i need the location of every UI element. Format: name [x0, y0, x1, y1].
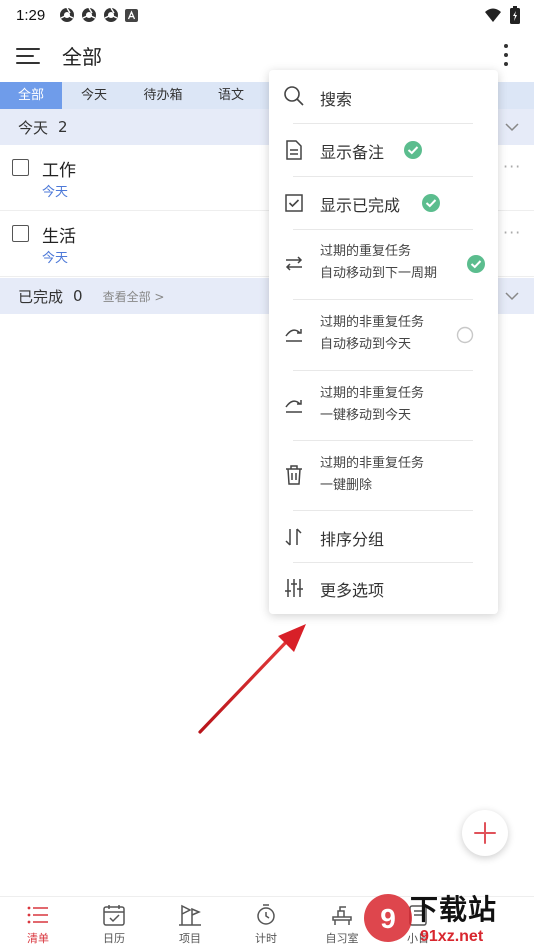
- chrome-icon: [60, 7, 75, 22]
- task-date: 今天: [42, 185, 69, 200]
- menu-item-sublabel: 自动移动到下一周期: [320, 266, 438, 281]
- move-forward-icon: [285, 329, 302, 342]
- nav-item-project[interactable]: 项目: [152, 897, 228, 950]
- menu-item-show-completed[interactable]: 显示已完成: [269, 177, 498, 229]
- status-time: 1:29: [16, 6, 46, 24]
- status-notification-icons: [59, 7, 139, 23]
- menu-item-label: 过期的非重复任务: [320, 456, 425, 471]
- check-circle-icon: [404, 141, 422, 159]
- sliders-icon: [285, 579, 303, 597]
- tab-inbox[interactable]: 待办箱: [126, 82, 200, 109]
- menu-item-overdue-nonrepeat-onekey[interactable]: 过期的非重复任务 一键移动到今天: [269, 371, 498, 441]
- menu-item-overdue-nonrepeat-auto[interactable]: 过期的非重复任务 自动移动到今天: [269, 300, 498, 370]
- trash-icon: [286, 465, 302, 485]
- menu-item-label: 过期的非重复任务: [320, 315, 425, 330]
- move-forward-icon: [285, 400, 302, 413]
- section-count: 0: [73, 287, 83, 305]
- menu-item-label: 过期的重复任务: [320, 244, 412, 259]
- study-room-icon: [332, 906, 352, 925]
- watermark-title: 下载站: [410, 893, 498, 926]
- menu-item-label: 更多选项: [320, 581, 385, 600]
- menu-item-show-notes[interactable]: 显示备注: [269, 124, 498, 176]
- view-all-link[interactable]: 查看全部 >: [103, 288, 165, 305]
- menu-item-label: 过期的非重复任务: [320, 386, 425, 401]
- nav-label: 日历: [103, 932, 125, 945]
- status-right-icons: [484, 6, 520, 24]
- task-checkbox[interactable]: [12, 225, 29, 242]
- nav-item-calendar[interactable]: 日历: [76, 897, 152, 950]
- timer-icon: [257, 904, 275, 925]
- nav-item-timer[interactable]: 计时: [228, 897, 304, 950]
- svg-text:9: 9: [380, 903, 396, 934]
- menu-item-label: 排序分组: [320, 530, 385, 549]
- status-bar: 1:29: [0, 0, 534, 30]
- tab-all[interactable]: 全部: [0, 82, 62, 109]
- tab-chinese[interactable]: 语文: [200, 82, 262, 109]
- check-circle-icon: [467, 255, 485, 273]
- project-icon: [179, 904, 201, 926]
- task-date: 今天: [42, 251, 69, 266]
- chrome-icon: [82, 7, 97, 22]
- annotation-arrow-icon: [198, 624, 306, 734]
- chevron-down-icon[interactable]: [504, 288, 520, 304]
- task-checkbox[interactable]: [12, 159, 29, 176]
- task-title: 生活: [42, 227, 76, 247]
- menu-item-overdue-repeat[interactable]: 过期的重复任务 自动移动到下一周期: [269, 230, 498, 299]
- section-title: 已完成: [18, 287, 64, 306]
- horizontal-dots-icon[interactable]: ···: [503, 223, 521, 242]
- menu-item-sublabel: 一键删除: [320, 478, 373, 493]
- search-icon: [284, 86, 304, 106]
- empty-radio-icon[interactable]: [456, 326, 474, 344]
- watermark-logo-icon: 9: [364, 894, 412, 942]
- chrome-icon: [104, 7, 119, 22]
- options-popup-menu: 搜索 显示备注 显示已完成 过期的重复任务 自动移动到下一周期 过期的非重复任务…: [269, 70, 498, 614]
- section-count: 2: [58, 118, 68, 136]
- site-watermark: 9 下载站 91xz.net: [362, 884, 534, 950]
- nav-item-list[interactable]: 清单: [0, 897, 76, 950]
- task-title: 工作: [42, 161, 76, 181]
- wifi-icon: [485, 8, 501, 22]
- check-circle-icon: [422, 194, 440, 212]
- tab-today[interactable]: 今天: [62, 82, 126, 109]
- menu-item-label: 搜索: [320, 90, 353, 109]
- menu-item-search[interactable]: 搜索: [269, 70, 498, 123]
- horizontal-dots-icon[interactable]: ···: [503, 157, 521, 176]
- add-task-button[interactable]: [462, 810, 508, 856]
- menu-item-more-options[interactable]: 更多选项: [269, 563, 498, 614]
- sort-icon: [285, 528, 302, 546]
- a-notification-icon: [125, 8, 139, 22]
- menu-item-label: 显示备注: [320, 143, 385, 162]
- list-icon: [27, 906, 48, 924]
- battery-icon: [510, 6, 520, 24]
- menu-item-sort-group[interactable]: 排序分组: [269, 511, 498, 563]
- hamburger-menu-icon[interactable]: [14, 42, 42, 70]
- menu-item-overdue-nonrepeat-delete[interactable]: 过期的非重复任务 一键删除: [269, 441, 498, 511]
- menu-item-sublabel: 一键移动到今天: [320, 408, 412, 423]
- calendar-icon: [103, 905, 125, 926]
- page-title: 全部: [62, 45, 102, 69]
- repeat-arrows-icon: [285, 256, 303, 271]
- document-icon: [286, 140, 302, 160]
- section-title: 今天: [18, 118, 49, 137]
- nav-label: 项目: [179, 932, 201, 945]
- nav-label: 计时: [255, 932, 277, 945]
- checkbox-icon: [285, 194, 303, 212]
- chevron-down-icon[interactable]: [504, 119, 520, 135]
- vertical-dots-icon[interactable]: [494, 40, 518, 70]
- plus-icon: [474, 822, 496, 844]
- menu-item-sublabel: 自动移动到今天: [320, 337, 412, 352]
- nav-label: 清单: [27, 932, 49, 945]
- watermark-url: 91xz.net: [420, 928, 484, 945]
- menu-item-label: 显示已完成: [320, 196, 401, 215]
